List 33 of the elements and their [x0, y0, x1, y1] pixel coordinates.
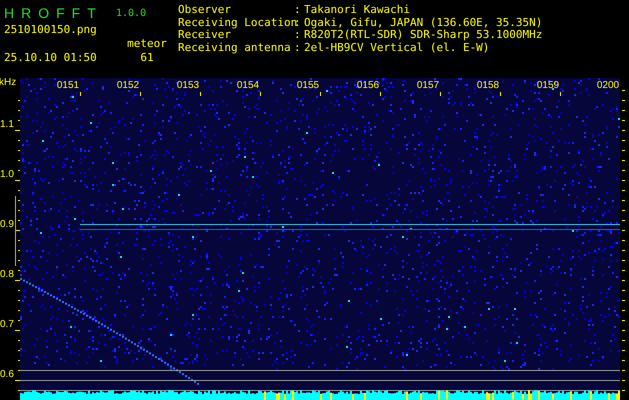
station-label: Receiving Location	[178, 16, 294, 30]
separator: :	[294, 42, 302, 54]
time-label: 0151	[56, 80, 80, 91]
frequency-label: 1.1	[0, 118, 15, 132]
station-label: Receiver	[178, 29, 231, 42]
station-value: 2el-HB9CV Vertical (el. E-W)	[304, 42, 490, 54]
app-logo: HROFFT	[4, 5, 104, 21]
time-label: 0153	[176, 80, 200, 91]
frequency-label: 0.7	[0, 318, 15, 332]
frequency-label: 0.8	[0, 268, 15, 282]
station-value: Takanori Kawachi	[304, 4, 411, 17]
station-value: R820T2(RTL-SDR) SDR-Sharp 53.1000MHz	[304, 29, 542, 42]
time-label: 0152	[116, 80, 140, 91]
meteor-count: 61	[140, 50, 154, 64]
station-value: Ogaki, Gifu, JAPAN (136.60E, 35.35N)	[304, 16, 542, 30]
meteor-label: meteor	[127, 36, 167, 50]
frequency-label: 1.0	[0, 168, 15, 182]
timestamp: 25.10.10 01:50	[4, 50, 97, 64]
time-label: 0158	[476, 80, 500, 91]
version-label: 1.0.0	[116, 8, 148, 18]
file-name: 2510100150.png	[4, 22, 97, 36]
time-label: 0154	[236, 80, 260, 91]
station-label: Receiving antenna	[178, 42, 292, 54]
time-label: 0200	[596, 80, 620, 91]
time-label: 0155	[296, 80, 320, 91]
station-label: Observer	[178, 4, 232, 17]
time-label: 0157	[416, 80, 440, 91]
separator: :	[294, 29, 302, 42]
time-label: 0159	[536, 80, 560, 91]
unit-label: kHz	[0, 78, 18, 90]
frequency-label: 0.6	[0, 368, 15, 382]
frequency-label: 0.9	[0, 218, 15, 232]
separator: :	[294, 4, 302, 17]
